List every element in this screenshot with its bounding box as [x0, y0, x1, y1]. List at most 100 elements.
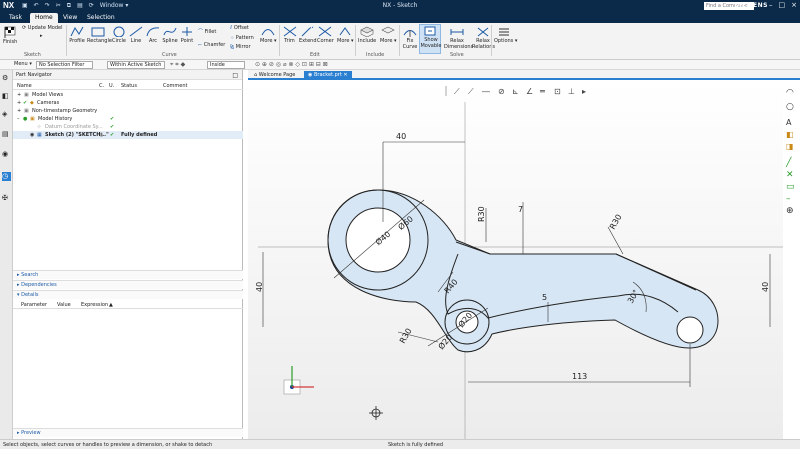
column-comment[interactable]: Comment — [163, 83, 188, 89]
dim-40-right[interactable]: 40 — [761, 282, 770, 292]
details-column-value[interactable]: Value — [57, 301, 71, 309]
dim-r30-top[interactable]: R30 — [477, 206, 486, 222]
include-more-button[interactable]: More ▾ — [380, 26, 397, 44]
edit-more-button[interactable]: More ▾ — [337, 26, 354, 44]
arc-button[interactable]: Arc — [146, 26, 160, 44]
pattern-button[interactable]: ⁘ Pattern — [230, 35, 254, 41]
profile-button[interactable]: Profile — [68, 26, 86, 44]
tangent-icon[interactable]: ⊘ — [498, 87, 505, 96]
relax-dimensions-button[interactable]: Relax Dimensions — [444, 26, 473, 50]
vertical-dim-icon[interactable]: ⊥ — [568, 87, 575, 96]
assembly-navigator-icon[interactable]: ◧ — [2, 92, 11, 101]
offset-button[interactable]: ⫽ Offset — [230, 25, 249, 31]
selection-scope-dropdown[interactable]: Within Active Sketch ... — [107, 61, 165, 74]
update-model-button[interactable]: ⟳ Update Model — [22, 25, 63, 31]
column-name[interactable]: Name — [17, 83, 32, 89]
section-dependencies[interactable]: ▸ Dependencies — [13, 280, 243, 289]
tab-welcome-page[interactable]: ⌂ Welcome Page — [250, 71, 299, 80]
maximize-icon[interactable]: □ — [779, 1, 786, 9]
small-hole-right[interactable] — [676, 316, 704, 344]
history-icon[interactable]: ◷ — [2, 172, 11, 181]
chamfer-button[interactable]: ⌐ Chamfer — [198, 42, 225, 48]
properties-icon[interactable]: ◨ — [786, 142, 794, 151]
cross-icon[interactable]: ✕ — [786, 170, 794, 180]
sketch-canvas[interactable]: ⟋ ⟋ ― ⊘ ⊾ ∠ ═ ⊡ ⊥ ▸ 40 Ø40 Ø60 R30 7 R30… — [248, 82, 783, 439]
fixed-icon[interactable]: ⊡ — [554, 87, 561, 96]
spline-button[interactable]: Spline — [161, 26, 179, 44]
minimize-icon[interactable]: – — [769, 1, 773, 9]
section-search[interactable]: ▸ Search — [13, 270, 243, 279]
selection-toolbar-icons[interactable]: ⊙ ⊕ ⊘ ◎ ⌀ ⊗ ◇ ⊡ ⊞ ⊟ ⊠ — [255, 61, 328, 68]
horizontal-icon[interactable]: ― — [482, 87, 490, 96]
tab-label: Welcome Page — [258, 72, 296, 78]
equal-icon[interactable]: ═ — [539, 87, 545, 96]
constraint-tool-icon[interactable]: ⟋ — [468, 87, 474, 96]
snap-icons[interactable]: ⌖ ⌗ ◆ — [170, 61, 185, 69]
details-column-parameter[interactable]: Parameter — [21, 301, 47, 309]
constraint-navigator-icon[interactable]: ◈ — [2, 110, 11, 119]
part-navigator-icon[interactable]: ▤ — [2, 130, 11, 139]
tree-row[interactable]: + ▣ Model Views — [13, 91, 243, 99]
corner-button[interactable]: Corner — [317, 26, 334, 44]
tree-row[interactable]: + ▣ Non-timestamp Geometry — [13, 107, 243, 115]
close-icon[interactable]: × — [791, 1, 797, 9]
curve-more-button[interactable]: More ▾ — [260, 26, 277, 44]
finish-button[interactable]: Finish — [3, 26, 17, 45]
selection-mode-dropdown[interactable]: Inside — [207, 61, 245, 69]
dimension-tool-icon[interactable]: ⟋ — [454, 87, 460, 96]
fix-curve-button[interactable]: Fix Curve — [402, 26, 418, 50]
more-chevron-icon[interactable]: ▸ — [582, 87, 586, 96]
tab-home[interactable]: Home — [30, 13, 58, 23]
tab-selection[interactable]: Selection — [82, 13, 120, 23]
tab-bracket[interactable]: ◉ Bracket.prt ✕ — [304, 71, 352, 80]
line-button[interactable]: Line — [129, 26, 143, 44]
rectangle-tool-icon[interactable]: ▭ — [786, 182, 795, 192]
dim-40-top[interactable]: 40 — [396, 132, 406, 141]
dim-40-left[interactable]: 40 — [255, 282, 264, 292]
move-tool-icon[interactable]: ⊕ — [786, 206, 794, 216]
details-column-expression[interactable]: Expression — [81, 301, 108, 309]
graphics-window[interactable]: ⟋ ⟋ ― ⊘ ⊾ ∠ ═ ⊡ ⊥ ▸ 40 Ø40 Ø60 R30 7 R30… — [248, 82, 783, 439]
options-button[interactable]: Options ▾ — [494, 26, 517, 44]
layer-icon[interactable]: ◧ — [786, 130, 794, 139]
settings-gear-icon[interactable]: ⚙ — [2, 74, 11, 83]
tree-row[interactable]: + ✔ ◆ Cameras — [13, 99, 243, 107]
sketch-options-icon[interactable]: ▸ — [40, 33, 43, 39]
selection-filter-dropdown[interactable]: No Selection Filter — [36, 61, 93, 69]
rectangle-button[interactable]: Rectangle — [87, 26, 112, 44]
roles-icon[interactable]: ✠ — [2, 194, 11, 203]
column-c[interactable]: C. — [99, 83, 104, 89]
tree-row[interactable]: – ● ▣ Model History ✔ — [13, 115, 243, 123]
include-button[interactable]: Include — [358, 26, 376, 44]
trim-button[interactable]: Trim — [282, 26, 297, 44]
section-details[interactable]: ▾ Details — [13, 290, 243, 299]
sort-up-icon[interactable]: ▲ — [109, 301, 113, 309]
dimension-line-icon[interactable]: ╱ — [786, 158, 791, 168]
show-movable-button[interactable]: Show Movable — [419, 24, 442, 54]
tab-task[interactable]: Task — [4, 13, 27, 23]
minus-icon[interactable]: – — [786, 194, 791, 204]
reuse-library-icon[interactable]: ◉ — [2, 150, 11, 159]
point-button[interactable]: Point — [180, 26, 194, 44]
tree-row[interactable]: ⊹ Datum Coordinate Sy... ✔ — [13, 123, 243, 131]
close-tab-icon[interactable]: ✕ — [343, 72, 347, 78]
fillet-button[interactable]: ⌒ Fillet — [198, 28, 216, 35]
column-status[interactable]: Status — [121, 83, 137, 89]
section-preview[interactable]: ▸ Preview — [13, 428, 243, 437]
extend-button[interactable]: Extend — [299, 26, 317, 44]
arc-tool-icon[interactable]: ◠ — [786, 88, 794, 98]
circle-button[interactable]: Circle — [111, 26, 127, 44]
tree-row-selected[interactable]: ◉ ▦ Sketch (2) "SKETCH..." ▮ ✔ Fully defi… — [13, 131, 243, 139]
dim-5[interactable]: 5 — [542, 293, 547, 302]
mirror-button[interactable]: ⧎ Mirror — [230, 44, 251, 50]
dim-7[interactable]: 7 — [518, 205, 523, 214]
maximize-panel-icon[interactable]: □ — [232, 72, 238, 79]
perpendicular-icon[interactable]: ⊾ — [512, 87, 519, 96]
menu-dropdown[interactable]: Menu ▾ — [12, 61, 34, 69]
text-tool-icon[interactable]: A — [786, 118, 791, 127]
dim-113[interactable]: 113 — [572, 372, 587, 381]
column-u[interactable]: U. — [109, 83, 114, 89]
tab-view[interactable]: View — [58, 13, 82, 23]
angle-icon[interactable]: ∠ — [526, 87, 533, 96]
circle-tool-icon[interactable]: ○ — [786, 102, 794, 112]
